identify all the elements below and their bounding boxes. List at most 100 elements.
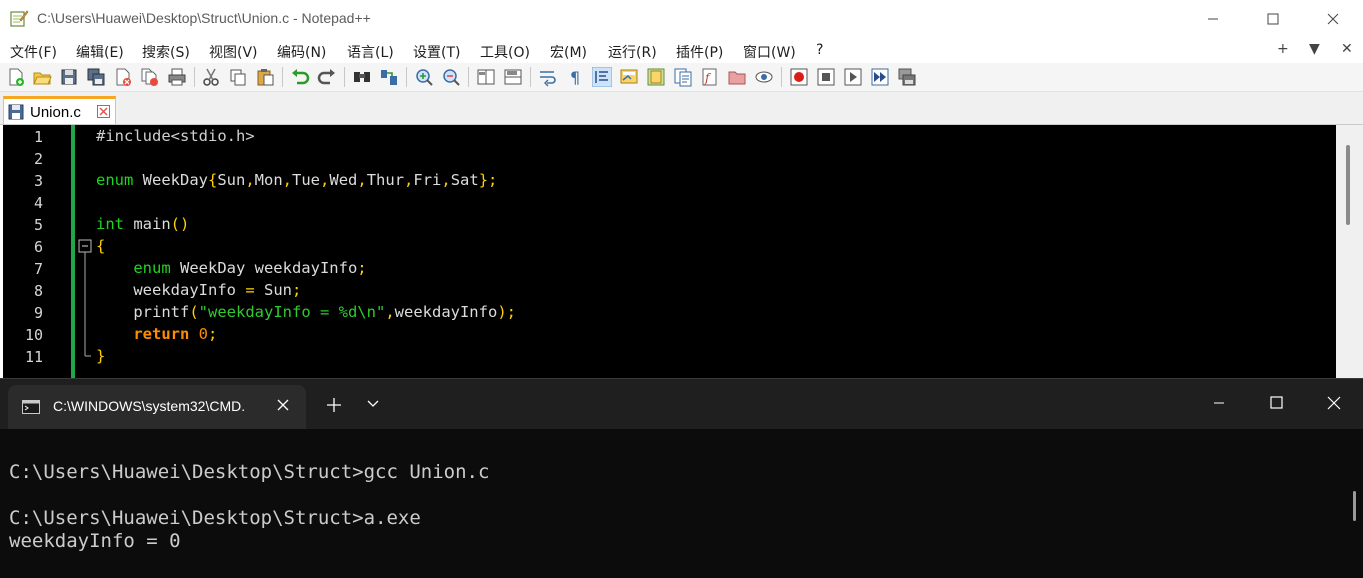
plus-icon[interactable] (326, 397, 342, 413)
save-all-icon[interactable] (86, 67, 106, 87)
scrollbar-thumb[interactable] (1346, 145, 1350, 225)
tab-close-icon[interactable] (97, 105, 110, 118)
terminal-line: weekdayInfo = 0 (9, 530, 181, 552)
maximize-button[interactable] (1248, 379, 1306, 429)
fold-minus-icon[interactable] (77, 238, 93, 378)
menu-view[interactable]: 视图(V) (209, 42, 258, 62)
title-bar[interactable]: C:\Users\Huawei\Desktop\Struct\Union.c -… (0, 0, 1363, 38)
editor-scrollbar[interactable] (1336, 125, 1363, 378)
menu-window[interactable]: 窗口(W) (743, 42, 796, 62)
string-literal: "weekdayInfo = %d\n" (198, 303, 386, 321)
replace-icon[interactable] (379, 67, 399, 87)
save-macro-icon[interactable] (897, 67, 917, 87)
code-line-8: weekdayInfo = Sun; (133, 281, 302, 299)
sync-vertical-icon[interactable] (476, 67, 496, 87)
enum-value: Thur (366, 171, 405, 189)
code-line-10: return 0; (133, 325, 218, 343)
tab-union-c[interactable]: Union.c (3, 96, 116, 124)
toolbar-separator (194, 67, 195, 87)
minimize-button[interactable] (1190, 379, 1248, 429)
copy-icon[interactable] (228, 67, 248, 87)
menu-help[interactable]: ? (816, 42, 823, 58)
menu-macro[interactable]: 宏(M) (550, 42, 587, 62)
open-file-icon[interactable] (32, 67, 52, 87)
enum-value: Wed (329, 171, 358, 189)
menu-edit[interactable]: 编辑(E) (76, 42, 124, 62)
menu-settings[interactable]: 设置(T) (413, 42, 460, 62)
terminal-tab[interactable]: C:\WINDOWS\system32\CMD. (8, 385, 306, 429)
word-wrap-icon[interactable] (538, 67, 558, 87)
menu-search[interactable]: 搜索(S) (142, 42, 190, 62)
identifier: main (124, 215, 171, 233)
minimize-button[interactable] (1183, 0, 1243, 38)
minimize-icon (1208, 18, 1218, 20)
identifier: weekdayInfo (133, 281, 236, 299)
sync-horizontal-icon[interactable] (503, 67, 523, 87)
include-directive: #include<stdio.h> (96, 127, 255, 145)
code-line-6: { (96, 237, 106, 255)
line-number: 4 (33, 194, 43, 212)
toolbar-separator (282, 67, 283, 87)
menu-encoding[interactable]: 编码(N) (277, 42, 326, 62)
keyword: enum (96, 171, 134, 189)
record-macro-icon[interactable] (789, 67, 809, 87)
keyword: int (96, 215, 124, 233)
save-icon[interactable] (59, 67, 79, 87)
function-list-icon[interactable]: f (700, 67, 720, 87)
close-all-icon[interactable] (140, 67, 160, 87)
menu-tools[interactable]: 工具(O) (480, 42, 530, 62)
doc-map-icon[interactable] (646, 67, 666, 87)
undo-icon[interactable] (290, 67, 310, 87)
indent-guide-icon[interactable] (592, 67, 612, 87)
line-number: 11 (24, 348, 43, 366)
redo-icon[interactable] (317, 67, 337, 87)
new-file-icon[interactable] (6, 67, 26, 87)
paste-icon[interactable] (255, 67, 275, 87)
menu-file[interactable]: 文件(F) (10, 42, 57, 62)
run-macro-multiple-icon[interactable] (870, 67, 890, 87)
new-tab-plus[interactable]: + (1277, 41, 1289, 57)
find-icon[interactable] (352, 67, 372, 87)
doc-list-icon[interactable] (673, 67, 693, 87)
monitoring-icon[interactable] (754, 67, 774, 87)
print-icon[interactable] (167, 67, 187, 87)
stop-record-icon[interactable] (816, 67, 836, 87)
play-macro-icon[interactable] (843, 67, 863, 87)
tab-list-dropdown[interactable]: ▼ (1309, 41, 1320, 57)
close-icon[interactable] (276, 398, 290, 412)
show-all-chars-icon[interactable]: ¶ (565, 67, 585, 87)
window-title: C:\Users\Huawei\Desktop\Struct\Union.c -… (37, 10, 371, 26)
enum-value: Tue (292, 171, 321, 189)
close-file-icon[interactable] (113, 67, 133, 87)
terminal-tab-label: C:\WINDOWS\system32\CMD. (53, 398, 246, 414)
chevron-down-icon[interactable] (366, 399, 380, 409)
maximize-button[interactable] (1243, 0, 1303, 38)
number-literal: 0 (198, 325, 209, 343)
close-button[interactable] (1306, 379, 1363, 429)
toolbar-separator (406, 67, 407, 87)
close-button[interactable] (1303, 0, 1363, 38)
code-line-11: } (96, 347, 106, 365)
close-document[interactable]: ✕ (1341, 41, 1353, 57)
terminal-output[interactable]: C:\Users\Huawei\Desktop\Struct>gcc Union… (0, 429, 1363, 578)
code-editor[interactable]: 1 2 3 4 5 6 7 8 9 10 11 #include<stdio.h… (3, 125, 1336, 378)
zoom-out-icon[interactable] (441, 67, 461, 87)
code-line-1: #include<stdio.h> (96, 127, 255, 145)
menu-run[interactable]: 运行(R) (608, 42, 657, 62)
svg-text:¶: ¶ (570, 68, 580, 87)
terminal-line: C:\Users\Huawei\Desktop\Struct>gcc Union… (9, 461, 490, 483)
menu-language[interactable]: 语言(L) (347, 42, 394, 62)
code-line-9: printf("weekdayInfo = %d\n",weekdayInfo)… (133, 303, 516, 321)
line-number: 3 (33, 172, 43, 190)
folder-workspace-icon[interactable] (727, 67, 747, 87)
menu-plugins[interactable]: 插件(P) (676, 42, 723, 62)
zoom-in-icon[interactable] (414, 67, 434, 87)
udl-icon[interactable] (619, 67, 639, 87)
cut-icon[interactable] (201, 67, 221, 87)
menu-bar: 文件(F) 编辑(E) 搜索(S) 视图(V) 编码(N) 语言(L) 设置(T… (0, 38, 1363, 63)
maximize-icon (1267, 13, 1279, 25)
line-number: 10 (24, 326, 43, 344)
terminal-scrollbar[interactable] (1353, 491, 1356, 521)
toolbar-separator (781, 67, 782, 87)
terminal-tab-strip[interactable]: C:\WINDOWS\system32\CMD. (0, 379, 1363, 429)
